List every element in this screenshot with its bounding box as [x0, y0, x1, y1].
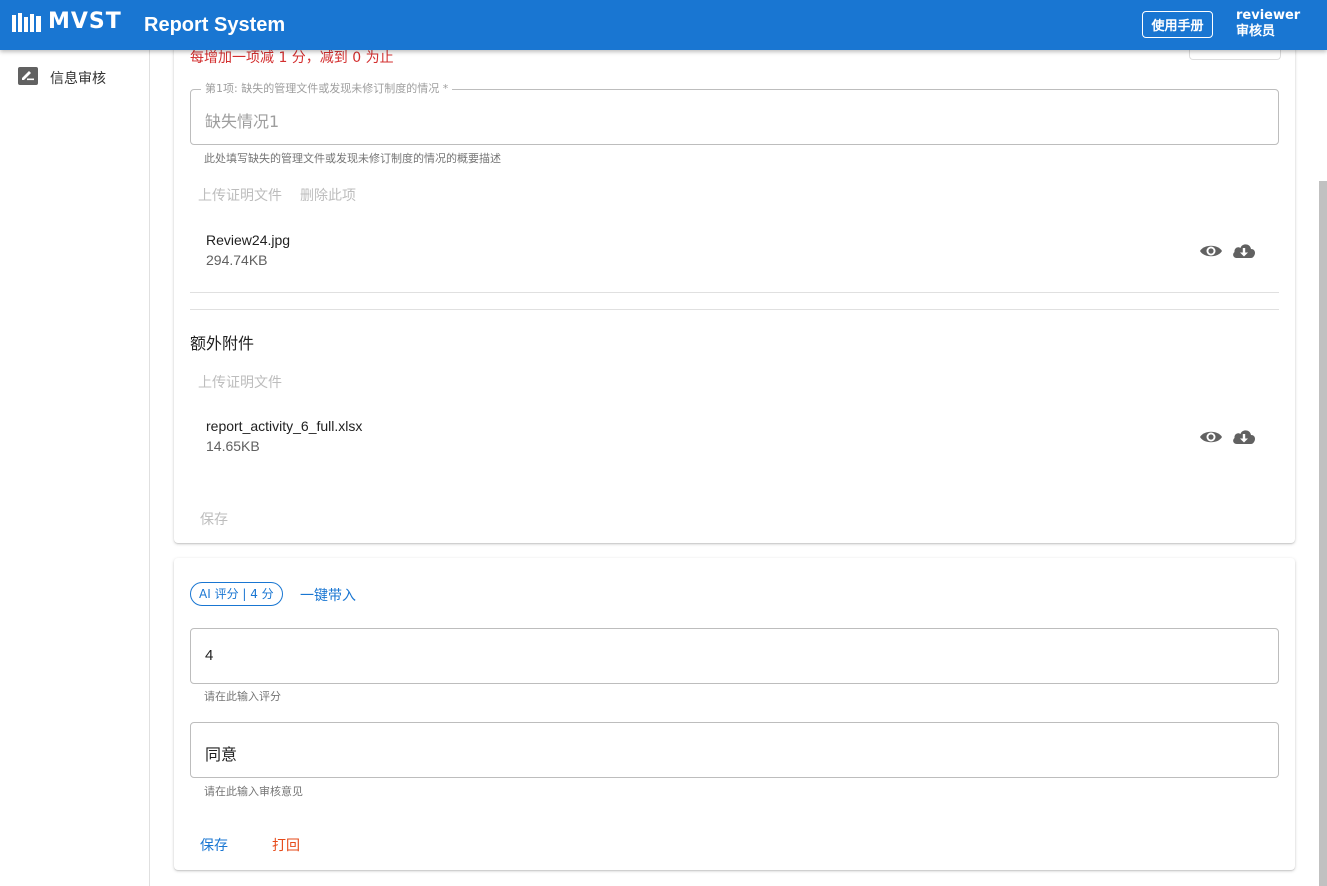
save-items-button[interactable]: 保存	[200, 509, 228, 529]
item1-delete-button[interactable]: 删除此项	[300, 185, 356, 205]
score-input[interactable]: 4	[190, 628, 1279, 684]
reject-button[interactable]: 打回	[272, 835, 300, 855]
extra-upload-button[interactable]: 上传证明文件	[198, 372, 282, 392]
sidebar-item-label: 信息审核	[50, 71, 106, 87]
file-name: Review24.jpg	[206, 232, 291, 248]
page-scrollbar-thumb[interactable]	[1319, 181, 1327, 886]
review-items-card: 每增加一项减 1 分，减到 0 为止 第1项: 缺失的管理文件或发现未修订制度的…	[174, 30, 1295, 543]
cloud-download-icon[interactable]	[1231, 240, 1257, 267]
user-name: reviewer	[1236, 8, 1301, 23]
user-role: 审核员	[1236, 24, 1276, 39]
item1-helper-text: 此处填写缺失的管理文件或发现未修订制度的情况的概要描述	[204, 152, 501, 165]
user-manual-button[interactable]: 使用手册	[1142, 11, 1213, 38]
logo: MVST	[12, 11, 122, 33]
edit-note-icon	[18, 67, 38, 90]
preview-eye-icon[interactable]	[1199, 240, 1223, 267]
section-divider	[190, 309, 1279, 310]
cloud-download-icon[interactable]	[1231, 426, 1257, 453]
apply-ai-score-button[interactable]: 一键带入	[300, 585, 356, 605]
item1-field-legend: 第1项: 缺失的管理文件或发现未修订制度的情况 *	[201, 82, 453, 96]
sidebar-item-info-review[interactable]: 信息审核	[0, 64, 149, 90]
review-comment-input[interactable]: 同意	[190, 722, 1279, 778]
item1-upload-button[interactable]: 上传证明文件	[198, 185, 282, 205]
file-actions	[1199, 240, 1257, 267]
app-header: MVST Report System 使用手册 reviewer 审核员	[0, 0, 1327, 50]
review-comment-value: 同意	[205, 745, 238, 764]
item1-field-value: 缺失情况1	[205, 112, 280, 131]
score-input-value: 4	[205, 647, 214, 664]
file-size: 294.74KB	[206, 252, 268, 268]
deduction-rule-text: 每增加一项减 1 分，减到 0 为止	[190, 50, 394, 66]
file-name: report_activity_6_full.xlsx	[206, 418, 363, 434]
item1-description-field[interactable]: 第1项: 缺失的管理文件或发现未修订制度的情况 * 缺失情况1	[190, 82, 1279, 145]
preview-eye-icon[interactable]	[1199, 426, 1223, 453]
file-divider	[190, 292, 1279, 293]
comment-helper-text: 请在此输入审核意见	[204, 785, 303, 798]
logo-text: MVST	[48, 9, 122, 34]
file-actions	[1199, 426, 1257, 453]
extra-attachments-title: 额外附件	[190, 334, 255, 353]
user-menu[interactable]: reviewer 审核员	[1236, 8, 1300, 40]
file-size: 14.65KB	[206, 438, 260, 454]
sidebar: 信息审核	[0, 50, 150, 886]
ai-score-chip: AI 评分 | 4 分	[190, 582, 283, 606]
score-helper-text: 请在此输入评分	[204, 690, 281, 703]
save-review-button[interactable]: 保存	[200, 835, 228, 855]
scoring-card: AI 评分 | 4 分 一键带入 4 请在此输入评分 同意 请在此输入审核意见 …	[174, 558, 1295, 870]
app-title: Report System	[144, 14, 286, 36]
books-logo-icon	[12, 13, 41, 32]
